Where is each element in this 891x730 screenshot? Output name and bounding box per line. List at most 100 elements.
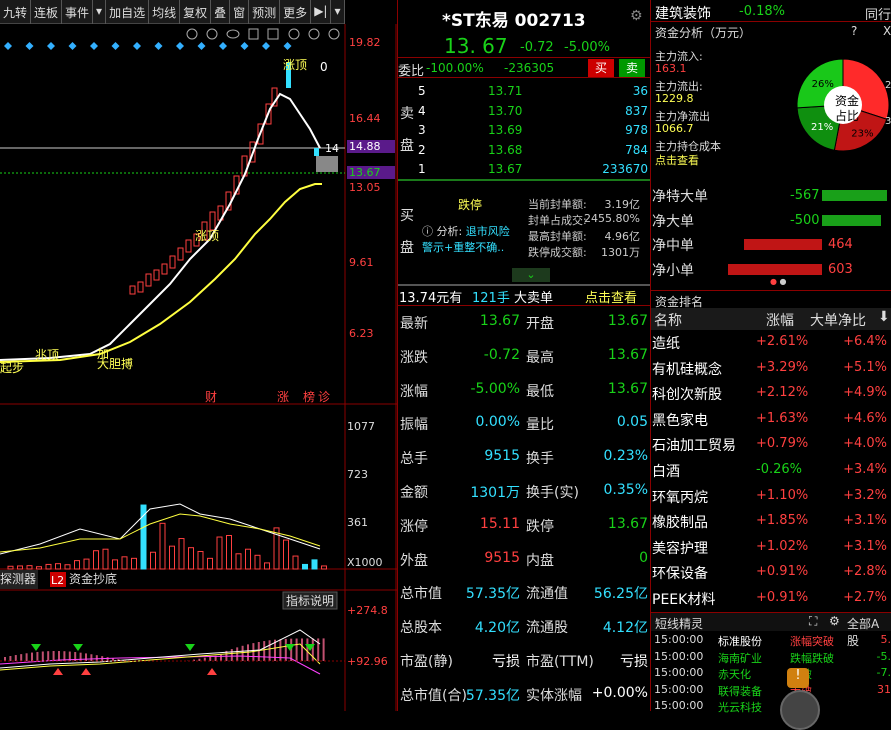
big-order-link[interactable]: 点击查看	[585, 287, 637, 306]
ask-row[interactable]: 213.68784	[398, 141, 650, 160]
kline-chart[interactable]: 涨顶 0 14 涨顶 起步 兆顶 加 大胆搏 财 涨 榜 诊 探测器 L2 资金…	[0, 24, 398, 711]
ranking-ratio: +6.4%	[843, 334, 887, 349]
shortline-stock: 赤天化	[718, 666, 751, 682]
ask-row[interactable]: 513.7136	[398, 82, 650, 101]
ranking-row[interactable]: 白酒-0.26%+3.4%	[650, 458, 891, 483]
fund-value[interactable]: 点击查看	[655, 152, 699, 168]
candle	[178, 248, 183, 260]
fund-value: 1066.7	[655, 122, 694, 135]
shortline-row[interactable]: 15:00:00赤天化跌破-7.	[652, 665, 891, 681]
ask-price: 13.70	[488, 104, 522, 118]
close-icon[interactable]: X	[883, 24, 891, 38]
toolbar-item-5[interactable]: 均线	[149, 0, 180, 24]
ask-level: 2	[418, 143, 426, 157]
toolbar-item-7[interactable]: 叠	[211, 0, 230, 24]
ranking-row[interactable]: 环保设备+0.91%+2.8%	[650, 560, 891, 585]
ranking-name: 黑色家电	[652, 410, 708, 430]
toolbar-item-4[interactable]: 加自选	[106, 0, 149, 24]
ranking-row[interactable]: 造纸+2.61%+6.4%	[650, 330, 891, 355]
col-pct[interactable]: 涨幅	[766, 310, 794, 330]
expand-icon[interactable]: ⌄	[512, 268, 550, 282]
quote-row: 总手9515换手0.23%	[398, 441, 650, 475]
toolbar-item-0[interactable]: 九转	[0, 0, 31, 24]
ranking-row[interactable]: 橡胶制品+1.85%+3.1%	[650, 509, 891, 534]
label-bold: 大胆搏	[97, 357, 133, 371]
peer-tab[interactable]: 同行	[865, 4, 891, 23]
help-icon[interactable]: ?	[851, 24, 857, 38]
ranking-pct: +3.29%	[756, 360, 808, 375]
volume-bar	[312, 560, 317, 569]
ranking-ratio: +4.9%	[843, 385, 887, 400]
indicator-explain-button[interactable]: 指标说明	[286, 593, 334, 608]
sell-button[interactable]: 卖	[619, 59, 645, 77]
fund-bottom-tab[interactable]: 资金抄底	[69, 571, 117, 586]
chart-tool-icons[interactable]	[187, 29, 339, 39]
shortline-row[interactable]: 15:00:00标准股份涨幅突破5.	[652, 632, 891, 648]
toolbar-item-2[interactable]: 事件	[62, 0, 93, 24]
signal-diamond	[198, 42, 206, 50]
shortline-row[interactable]: 15:00:00联得装备大破31	[652, 682, 891, 698]
ask-row[interactable]: 113.67233670	[398, 160, 650, 179]
ranking-ratio: +2.8%	[843, 564, 887, 579]
price-axis-label: 13.05	[347, 181, 395, 194]
quote-key: 内盘	[526, 550, 554, 570]
volume-bar	[179, 539, 184, 569]
divider	[397, 0, 398, 711]
ranking-row[interactable]: 环氧丙烷+1.10%+3.2%	[650, 484, 891, 509]
signal-diamond	[219, 42, 227, 50]
buy-arrow	[207, 668, 217, 675]
stock-price: 13. 67	[444, 34, 508, 58]
alert-badge-icon[interactable]: !	[787, 668, 809, 688]
shortline-time: 15:00:00	[654, 666, 703, 679]
warn-text[interactable]: 警示+重整不确..	[422, 239, 504, 255]
ranking-row[interactable]: 黑色家电+1.63%+4.6%	[650, 407, 891, 432]
detector-tab[interactable]: 探测器	[0, 572, 36, 586]
toolbar-item-10[interactable]: 更多	[280, 0, 311, 24]
toolbar-item-8[interactable]: 窗	[230, 0, 249, 24]
chart-area[interactable]: 涨顶 0 14 涨顶 起步 兆顶 加 大胆搏 财 涨 榜 诊 探测器 L2 资金…	[0, 24, 398, 711]
quote-value: 13.67	[608, 381, 648, 397]
volume-bar	[303, 564, 308, 569]
volume-bar	[132, 558, 137, 569]
col-ratio[interactable]: 大单净比	[810, 310, 866, 330]
buy-label: 买盘	[400, 200, 414, 264]
sector-name[interactable]: 建筑装饰	[655, 3, 711, 23]
price-axis-label: 19.82	[347, 36, 395, 49]
toolbar-item-11[interactable]: ▶|	[311, 0, 331, 24]
shortline-row[interactable]: 15:00:00海南矿业跌幅跌破-5.	[652, 649, 891, 665]
ask-row[interactable]: 313.69978	[398, 121, 650, 140]
ranking-row[interactable]: 有机硅概念+3.29%+5.1%	[650, 356, 891, 381]
volume-bar	[27, 566, 32, 569]
ranking-row[interactable]: 科创次新股+2.12%+4.9%	[650, 381, 891, 406]
ranking-pct: +0.79%	[756, 436, 808, 451]
indicator-bar	[269, 640, 271, 661]
settings-icon[interactable]: ⚙	[829, 614, 840, 628]
ranking-row[interactable]: 石油加工贸易+0.79%+4.0%	[650, 432, 891, 457]
toolbar-item-3[interactable]: ▾	[93, 0, 106, 24]
toolbar-item-12[interactable]: ▾	[331, 0, 344, 24]
indicator-bar	[36, 652, 38, 661]
ask-row[interactable]: 413.70837	[398, 102, 650, 121]
gear-icon[interactable]: ⚙	[630, 8, 643, 24]
float-ball[interactable]	[780, 690, 820, 730]
shortline-stock: 联得装备	[718, 683, 762, 699]
ranking-row[interactable]: 美容护理+1.02%+3.1%	[650, 535, 891, 560]
toolbar-item-1[interactable]: 连板	[31, 0, 62, 24]
toolbar-item-6[interactable]: 复权	[180, 0, 211, 24]
sort-down-icon[interactable]: ⬇	[878, 309, 890, 325]
ranking-row[interactable]: PEEK材料+0.91%+2.7%	[650, 586, 891, 611]
big-order-bar[interactable]: 13.74元有 121手 大卖单 点击查看	[398, 286, 650, 306]
buy-button[interactable]: 买	[588, 59, 614, 77]
volume-bar	[122, 557, 127, 569]
analysis-value[interactable]: 退市风险	[466, 225, 510, 238]
quote-value: 1301万	[470, 482, 520, 502]
shortline-row[interactable]: 15:00:00光云科技	[652, 698, 891, 714]
quote-key: 金额	[400, 482, 428, 502]
fullscreen-icon[interactable]: ⛶	[809, 614, 817, 629]
toolbar-item-9[interactable]: 预测	[249, 0, 280, 24]
fund-analysis: 资金分析（万元） ? X 主力流入:163.1主力流出:1229.8主力净流出1…	[650, 22, 891, 184]
indicator-bar	[263, 641, 265, 661]
l2-tab[interactable]: L2	[51, 574, 64, 587]
col-name[interactable]: 名称	[654, 310, 682, 330]
signal-diamond	[241, 42, 249, 50]
